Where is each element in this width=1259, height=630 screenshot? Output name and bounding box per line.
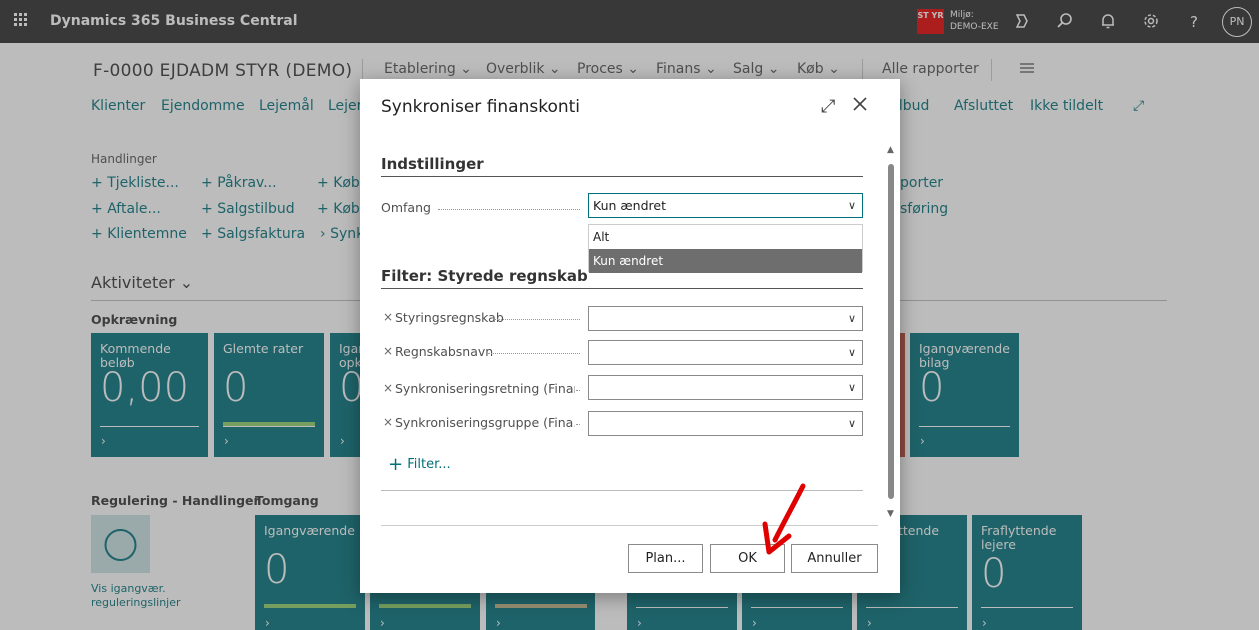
chevron-down-icon: ∨ bbox=[847, 312, 856, 325]
add-filter-link[interactable]: + Filter... bbox=[388, 454, 451, 475]
filter-regnskabsnavn-select[interactable]: ∨ bbox=[588, 340, 863, 365]
close-icon[interactable] bbox=[852, 96, 868, 117]
plus-icon: + bbox=[388, 454, 404, 475]
settings-heading: Indstillinger bbox=[381, 155, 484, 173]
chevron-down-icon: ∨ bbox=[847, 381, 856, 394]
label-leader bbox=[576, 390, 580, 391]
divider bbox=[381, 288, 863, 289]
filter-label: Synkroniseringsgruppe (Fina... bbox=[395, 415, 575, 430]
chevron-down-icon: ∨ bbox=[847, 346, 856, 359]
remove-filter-icon[interactable]: × bbox=[383, 344, 393, 358]
filter-synkroniseringsgruppe-select[interactable]: ∨ bbox=[588, 411, 863, 436]
remove-filter-icon[interactable]: × bbox=[383, 310, 393, 324]
filter-label: Synkroniseringsretning (Finan... bbox=[395, 381, 575, 396]
filter-styringsregnskab-select[interactable]: ∨ bbox=[588, 306, 863, 331]
divider bbox=[381, 176, 863, 177]
filter-synkroniseringsretning-select[interactable]: ∨ bbox=[588, 375, 863, 400]
label-leader bbox=[438, 209, 580, 210]
scope-value: Kun ændret bbox=[593, 198, 666, 213]
sync-dialog: Synkroniser finanskonti ⤢ Indstillinger … bbox=[360, 79, 900, 593]
filter-heading: Filter: Styrede regnskab bbox=[381, 267, 588, 285]
dropdown-option-kun-aendret[interactable]: Kun ændret bbox=[589, 249, 862, 273]
scroll-down-icon[interactable]: ▼ bbox=[887, 509, 894, 519]
remove-filter-icon[interactable]: × bbox=[383, 415, 393, 429]
label-leader bbox=[488, 353, 580, 354]
scope-dropdown-list: Alt Kun ændret bbox=[588, 224, 863, 273]
filter-label: Styringsregnskab bbox=[395, 310, 504, 325]
dropdown-option-alt[interactable]: Alt bbox=[589, 225, 862, 249]
chevron-down-icon: ∨ bbox=[847, 199, 856, 212]
label-leader bbox=[576, 424, 580, 425]
remove-filter-icon[interactable]: × bbox=[383, 381, 393, 395]
plan-button[interactable]: Plan... bbox=[628, 544, 703, 573]
add-filter-label: Filter... bbox=[407, 457, 451, 472]
scroll-up-icon[interactable]: ▲ bbox=[887, 145, 894, 155]
annotation-arrow-icon bbox=[762, 483, 806, 555]
chevron-down-icon: ∨ bbox=[847, 417, 856, 430]
dialog-title: Synkroniser finanskonti bbox=[381, 97, 581, 117]
scope-label: Omfang bbox=[381, 200, 431, 215]
scrollbar-thumb[interactable] bbox=[888, 164, 894, 499]
filter-label: Regnskabsnavn bbox=[395, 344, 494, 359]
label-leader bbox=[495, 319, 580, 320]
scope-select[interactable]: Kun ændret ∨ bbox=[588, 193, 863, 218]
expand-icon[interactable]: ⤢ bbox=[821, 96, 835, 117]
